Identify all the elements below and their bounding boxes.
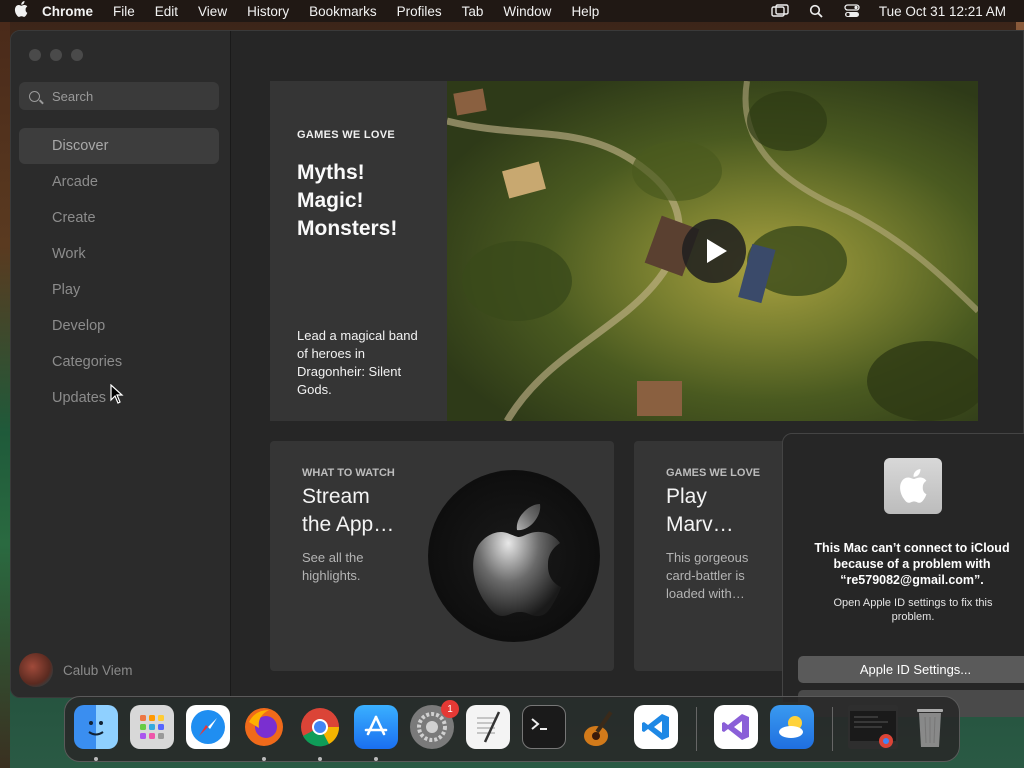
sidebar-item-develop[interactable]: Develop <box>19 308 219 344</box>
sidebar-item-create[interactable]: Create <box>19 200 219 236</box>
card-eyebrow: GAMES WE LOVE <box>666 467 761 479</box>
minimize-window-button[interactable] <box>50 49 62 61</box>
card-description: This gorgeous card-battler is loaded wit… <box>666 550 749 601</box>
sidebar-item-label: Play <box>52 282 81 298</box>
story-card-play[interactable]: GAMES WE LOVE Play Marv… This gorgeous c… <box>634 441 794 671</box>
menu-help[interactable]: Help <box>571 4 599 19</box>
safari-icon[interactable] <box>186 705 230 749</box>
apple-menu-icon[interactable] <box>0 1 42 21</box>
hero-description: Lead a magical band of heroes in Dragonh… <box>297 328 418 397</box>
menu-profiles[interactable]: Profiles <box>397 4 442 19</box>
menu-edit[interactable]: Edit <box>155 4 178 19</box>
menubar-clock[interactable]: Tue Oct 31 12:21 AM <box>879 4 1006 19</box>
sidebar-item-arcade[interactable]: Arcade <box>19 164 219 200</box>
mouse-cursor-icon <box>110 383 124 409</box>
sidebar: Search Discover Arcade Create Work Play … <box>11 31 231 697</box>
menu-tab[interactable]: Tab <box>462 4 484 19</box>
chrome-window-preview-icon[interactable] <box>848 705 898 749</box>
screen-mirroring-icon[interactable] <box>771 4 789 18</box>
sidebar-item-label: Updates <box>52 390 107 406</box>
alert-subtext: Open Apple ID settings to fix this probl… <box>833 597 993 623</box>
running-indicator <box>262 757 266 761</box>
launchpad-icon[interactable] <box>130 705 174 749</box>
card-title: Stream the App… <box>302 485 395 536</box>
desktop-background-left <box>0 22 10 768</box>
dock: 1 <box>64 696 960 762</box>
close-window-button[interactable] <box>29 49 41 61</box>
sidebar-item-categories[interactable]: Categories <box>19 344 219 380</box>
vscode-icon[interactable] <box>634 705 678 749</box>
alert-headline: This Mac can’t connect to iCloud because… <box>814 541 1010 587</box>
menu-chrome[interactable]: Chrome <box>42 4 93 19</box>
dock-separator <box>832 707 833 751</box>
search-icon <box>29 90 40 102</box>
menu-history[interactable]: History <box>247 4 289 19</box>
textedit-icon[interactable] <box>466 705 510 749</box>
dock-separator <box>696 707 697 751</box>
search-input[interactable]: Search <box>19 82 219 110</box>
weather-icon[interactable] <box>770 705 814 749</box>
menu-bookmarks[interactable]: Bookmarks <box>309 4 377 19</box>
apple-event-artwork <box>428 470 600 642</box>
trash-icon[interactable] <box>908 705 952 749</box>
spotlight-search-icon[interactable] <box>807 4 825 18</box>
hero-game-artwork <box>447 81 978 421</box>
zoom-window-button[interactable] <box>71 49 83 61</box>
chrome-icon[interactable] <box>298 705 342 749</box>
notification-badge: 1 <box>441 700 459 718</box>
apple-logo-icon <box>884 458 942 514</box>
sidebar-item-label: Create <box>52 210 96 226</box>
menu-bar: Chrome File Edit View History Bookmarks … <box>0 0 1024 22</box>
user-name: Calub Viem <box>63 662 133 678</box>
card-eyebrow: WHAT TO WATCH <box>302 467 395 479</box>
hero-story-card[interactable]: GAMES WE LOVE Myths! Magic! Monsters! Le… <box>270 81 978 421</box>
icloud-alert-notification: This Mac can’t connect to iCloud because… <box>782 433 1024 717</box>
running-indicator <box>94 757 98 761</box>
window-controls <box>29 49 83 61</box>
sidebar-item-label: Arcade <box>52 174 98 190</box>
sidebar-item-label: Work <box>52 246 86 262</box>
search-placeholder: Search <box>52 88 94 104</box>
hero-eyebrow: GAMES WE LOVE <box>297 129 396 141</box>
menu-window[interactable]: Window <box>503 4 551 19</box>
control-center-icon[interactable] <box>843 4 861 18</box>
finder-icon[interactable] <box>74 705 118 749</box>
card-title: Play Marv… <box>666 485 734 536</box>
account-button[interactable]: Calub Viem <box>19 653 133 687</box>
garageband-icon[interactable] <box>578 705 622 749</box>
apple-id-settings-button[interactable]: Apple ID Settings... <box>798 656 1024 683</box>
app-store-icon[interactable] <box>354 705 398 749</box>
play-video-button[interactable] <box>682 219 746 283</box>
running-indicator <box>374 757 378 761</box>
sidebar-item-label: Discover <box>52 138 109 154</box>
sidebar-item-discover[interactable]: Discover <box>19 128 219 164</box>
visual-studio-icon[interactable] <box>714 705 758 749</box>
running-indicator <box>318 757 322 761</box>
firefox-icon[interactable] <box>242 705 286 749</box>
menu-view[interactable]: View <box>198 4 227 19</box>
sidebar-item-work[interactable]: Work <box>19 236 219 272</box>
story-card-stream[interactable]: WHAT TO WATCH Stream the App… See all th… <box>270 441 614 671</box>
sidebar-item-label: Develop <box>52 318 106 334</box>
hero-title: Myths! Magic! Monsters! <box>297 161 398 240</box>
system-settings-icon[interactable]: 1 <box>410 700 459 749</box>
card-description: See all the highlights. <box>302 550 364 583</box>
sidebar-nav: Discover Arcade Create Work Play Develop… <box>19 128 219 416</box>
terminal-icon[interactable] <box>522 705 566 749</box>
menu-file[interactable]: File <box>113 4 135 19</box>
sidebar-item-label: Categories <box>52 354 123 370</box>
avatar <box>19 653 53 687</box>
sidebar-item-play[interactable]: Play <box>19 272 219 308</box>
